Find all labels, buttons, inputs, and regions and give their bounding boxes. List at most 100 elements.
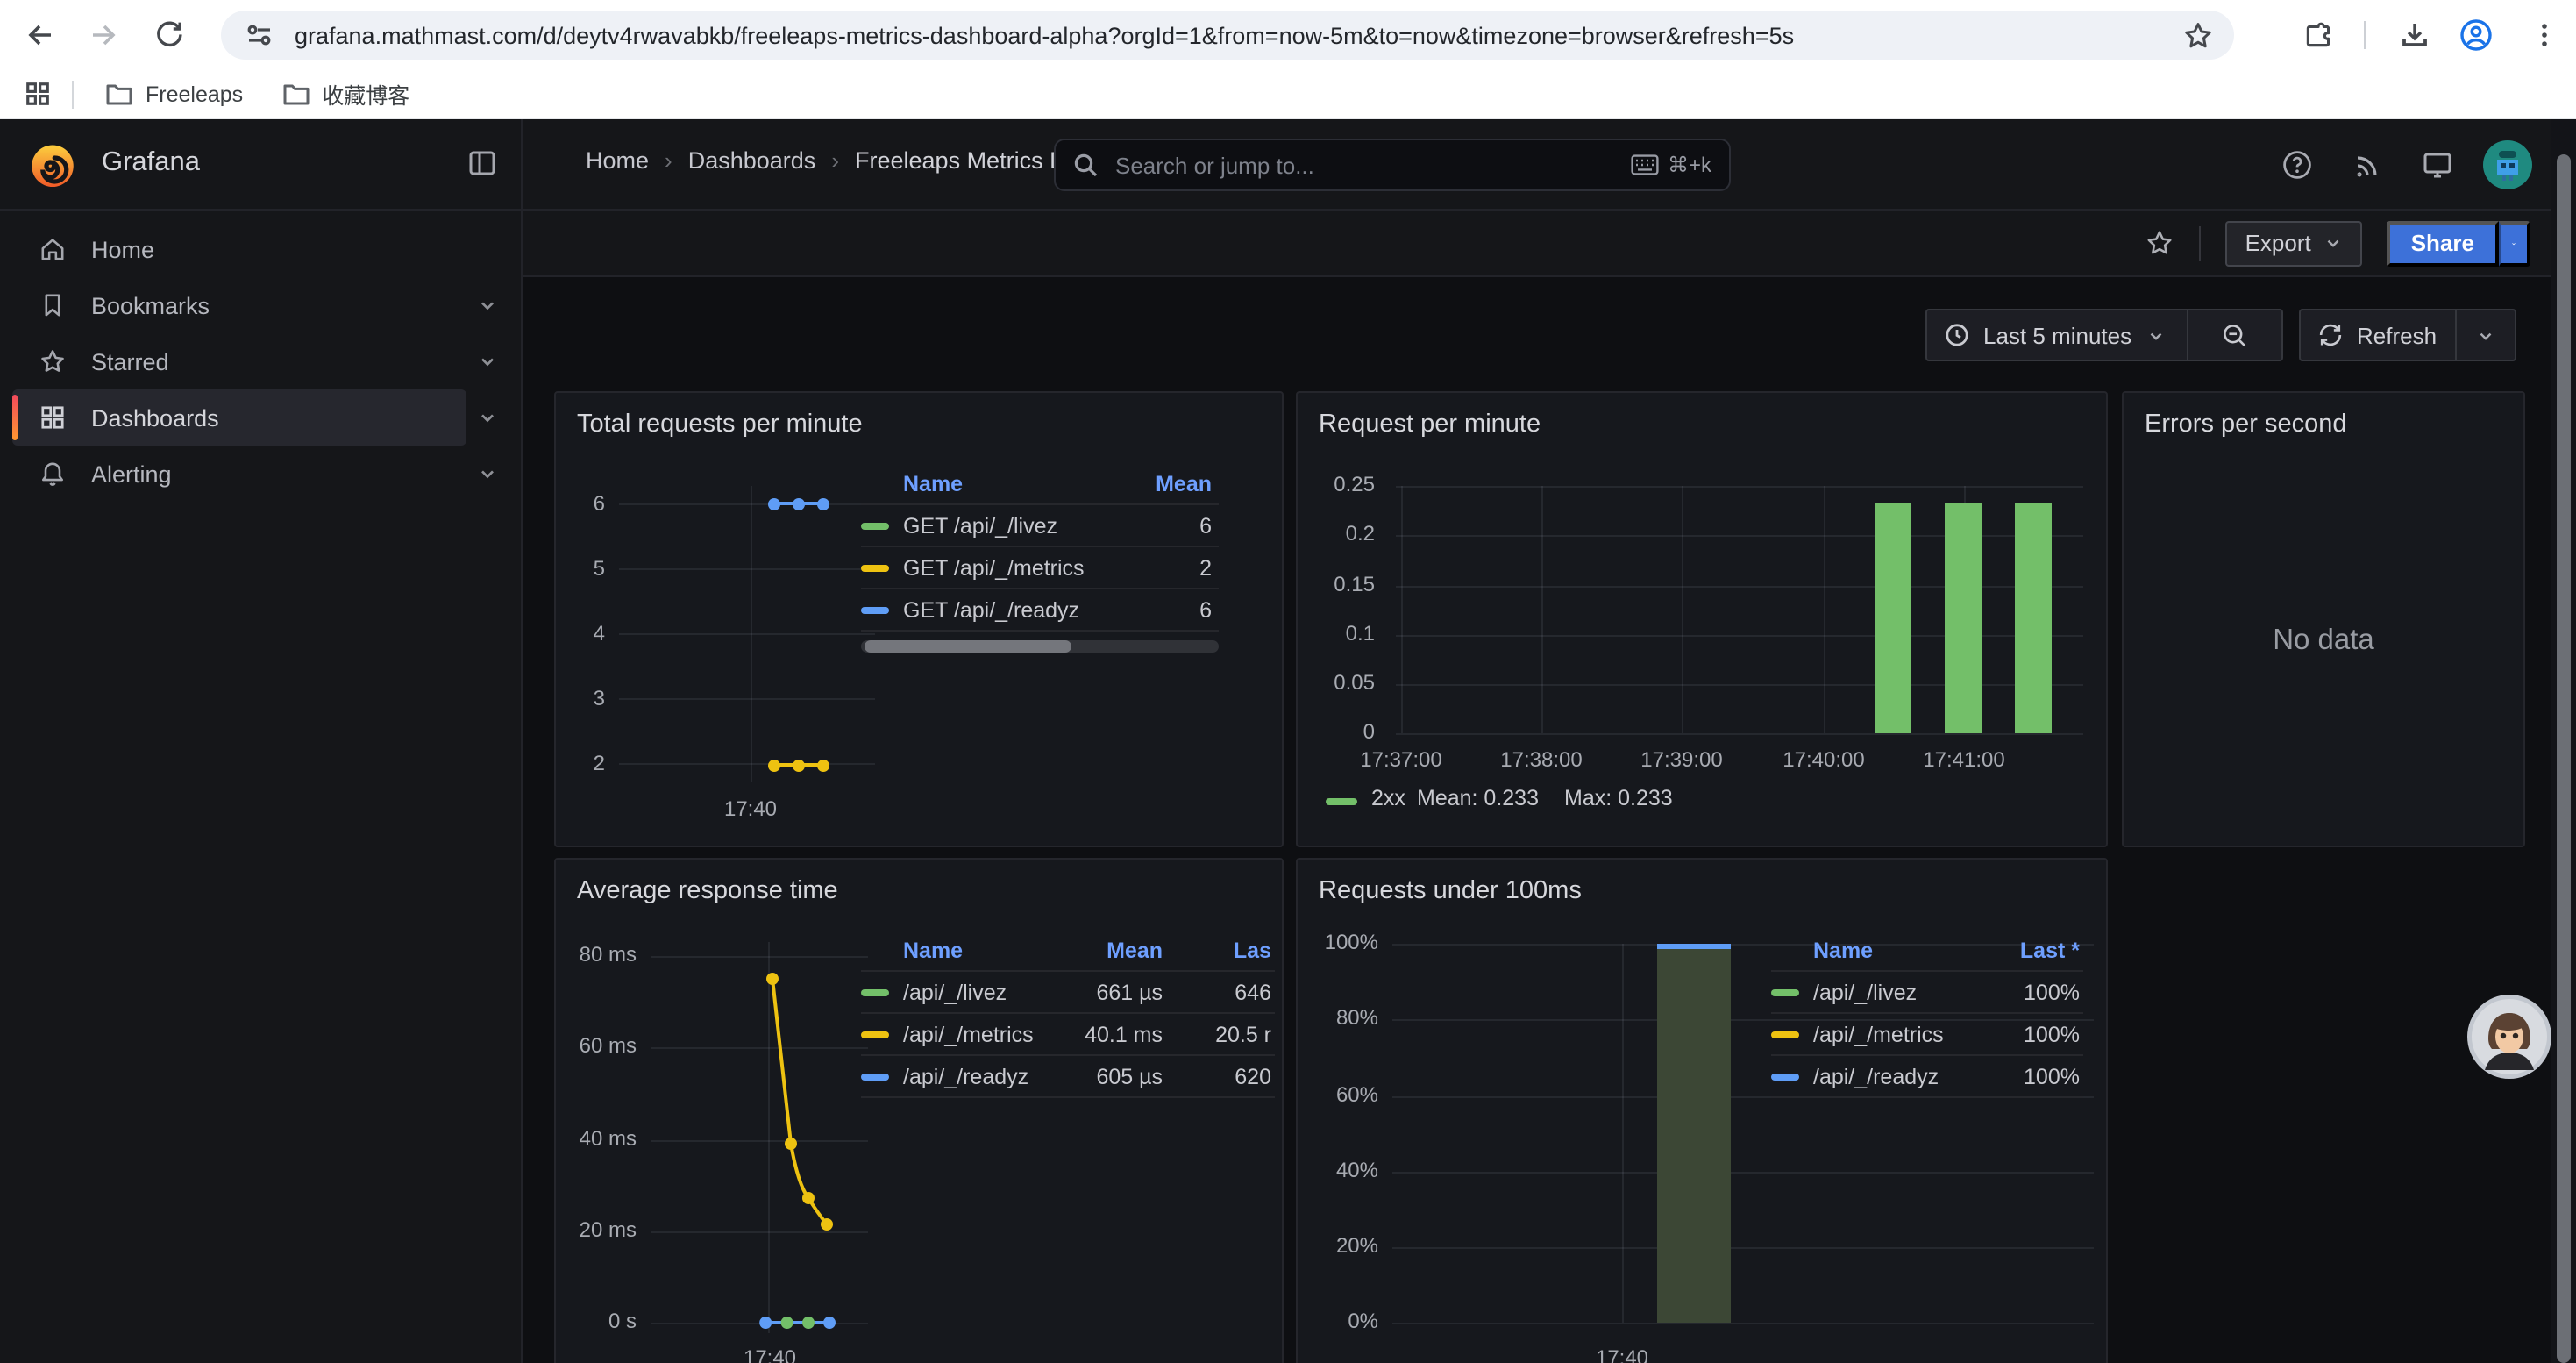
panel-title[interactable]: Total requests per minute [577, 410, 863, 439]
series-last: 620 [1235, 1064, 1271, 1088]
favorite-star-icon[interactable] [2145, 228, 2175, 258]
tune-icon[interactable] [246, 21, 274, 49]
chevron-down-icon[interactable] [477, 351, 498, 372]
forward-icon[interactable] [88, 19, 119, 51]
series-name[interactable]: GET /api/_/metrics [903, 555, 1085, 580]
chevron-down-icon[interactable] [477, 463, 498, 484]
dock-sidebar-icon[interactable] [466, 147, 498, 179]
sidebar-item-bookmarks[interactable]: Bookmarks [12, 277, 466, 333]
gridline [619, 763, 875, 765]
time-range-picker[interactable]: Last 5 minutes [1983, 322, 2131, 348]
gridline [619, 568, 875, 570]
monitor-icon[interactable] [2422, 149, 2453, 181]
legend-header-row: Name Mean Las [861, 930, 1275, 972]
gridline [619, 633, 875, 635]
series-name[interactable]: /api/_/livez [903, 980, 1007, 1004]
breadcrumb-home[interactable]: Home [586, 147, 649, 174]
series-mean: 661 µs [1096, 980, 1163, 1004]
series-name[interactable]: 2xx [1371, 786, 1405, 810]
bar-2xx [2015, 503, 2052, 733]
legend-col-name[interactable]: Name [903, 938, 963, 962]
series-name[interactable]: /api/_/readyz [903, 1064, 1028, 1088]
legend-col-name[interactable]: Name [1813, 938, 1873, 962]
back-icon[interactable] [25, 19, 56, 51]
series-name[interactable]: GET /api/_/readyz [903, 597, 1079, 622]
legend-col-last[interactable]: Last * [2020, 938, 2080, 962]
url-text[interactable]: grafana.mathmast.com/d/deytv4rwavabkb/fr… [295, 22, 2162, 48]
legend-col-last[interactable]: Las [1234, 938, 1271, 962]
series-last: 100% [2024, 1064, 2080, 1088]
page-scrollbar[interactable] [2551, 119, 2576, 1363]
legend-hscrollbar[interactable] [861, 640, 1219, 653]
refresh-button[interactable]: Refresh [2357, 322, 2437, 348]
search-input[interactable] [1112, 150, 1631, 180]
share-button[interactable]: Share [2387, 220, 2499, 266]
dashboard-actions: Export Share [523, 211, 2576, 277]
menu-kebab-icon[interactable] [2529, 19, 2560, 51]
chevron-down-icon[interactable] [477, 407, 498, 428]
share-menu-button[interactable] [2499, 220, 2530, 266]
browser-toolbar: grafana.mathmast.com/d/deytv4rwavabkb/fr… [0, 0, 2576, 70]
legend-col-name[interactable]: Name [903, 471, 963, 496]
series-name[interactable]: /api/_/livez [1813, 980, 1917, 1004]
panel-title[interactable]: Errors per second [2145, 410, 2347, 439]
bookmark-star-icon[interactable] [2183, 20, 2213, 50]
search-shortcut: ⌘+k [1631, 153, 1711, 177]
series-name[interactable]: GET /api/_/livez [903, 513, 1057, 538]
series-name[interactable]: /api/_/metrics [903, 1022, 1034, 1046]
browser-chrome: grafana.mathmast.com/d/deytv4rwavabkb/fr… [0, 0, 2576, 119]
export-button[interactable]: Export [2226, 220, 2362, 266]
download-icon[interactable] [2399, 19, 2430, 51]
legend-table: Name Last * /api/_/livez 100% /api/_/met… [1771, 930, 2083, 1098]
panel-title[interactable]: Request per minute [1319, 410, 1541, 439]
profile-icon[interactable] [2459, 18, 2494, 53]
sidebar-item-alerting[interactable]: Alerting [12, 446, 466, 502]
brand-title[interactable]: Grafana [102, 147, 200, 179]
main-area: Home › Dashboards › Freeleaps Metrics Da… [523, 119, 2576, 1363]
search-box[interactable]: ⌘+k [1054, 139, 1731, 191]
extensions-icon[interactable] [2304, 21, 2334, 51]
chevron-down-icon [2476, 325, 2495, 345]
panel-title[interactable]: Requests under 100ms [1319, 877, 1582, 905]
sidebar-item-dashboards[interactable]: Dashboards [12, 389, 466, 446]
folder-icon [281, 82, 310, 106]
chevron-down-icon[interactable] [477, 295, 498, 316]
grafana-app: Grafana Home Bookmarks Starred [0, 119, 2576, 1363]
data-point [767, 497, 779, 510]
breadcrumb-dashboards[interactable]: Dashboards [688, 147, 816, 174]
sidebar-item-label: Bookmarks [91, 292, 210, 318]
reload-icon[interactable] [154, 19, 184, 49]
refresh-interval-menu[interactable] [2456, 325, 2515, 345]
legend-row: GET /api/_/readyz 6 [861, 589, 1219, 632]
data-point [816, 759, 829, 771]
user-avatar[interactable] [2483, 140, 2532, 189]
legend-row: GET /api/_/livez 6 [861, 505, 1219, 547]
gridline [1401, 486, 1403, 733]
series-color-dash [861, 989, 889, 996]
chevron-down-icon [2145, 325, 2165, 345]
sidebar-item-label: Home [91, 236, 154, 262]
series-mean: 6 [1199, 513, 1212, 538]
series-color-dash [861, 565, 889, 572]
refresh-icon [2318, 323, 2343, 347]
sidebar-item-home[interactable]: Home [12, 221, 466, 277]
sidebar-item-starred[interactable]: Starred [12, 333, 466, 389]
series-name[interactable]: /api/_/metrics [1813, 1022, 1944, 1046]
floating-avatar-widget[interactable] [2466, 993, 2553, 1081]
help-icon[interactable] [2281, 149, 2313, 181]
bookmark-folder-blogs[interactable]: 收藏博客 [281, 77, 409, 111]
legend-col-mean[interactable]: Mean [1107, 938, 1163, 962]
series-name[interactable]: /api/_/readyz [1813, 1064, 1939, 1088]
zoom-out-icon[interactable] [2188, 322, 2281, 348]
panel-total-requests-per-minute: Total requests per minute 6 5 4 3 2 [554, 391, 1284, 847]
address-bar[interactable]: grafana.mathmast.com/d/deytv4rwavabkb/fr… [221, 11, 2234, 60]
rss-news-icon[interactable] [2352, 149, 2383, 181]
bar-under-100ms [1657, 944, 1731, 1323]
grafana-logo[interactable] [26, 139, 79, 191]
legend-col-mean[interactable]: Mean [1156, 471, 1212, 496]
apps-grid-icon[interactable] [25, 81, 51, 107]
bookmark-folder-freeleaps[interactable]: Freeleaps [105, 82, 243, 106]
gridline [619, 503, 875, 505]
series-mean: Mean: 0.233 [1417, 786, 1539, 810]
series-color-dash [1771, 1074, 1799, 1081]
